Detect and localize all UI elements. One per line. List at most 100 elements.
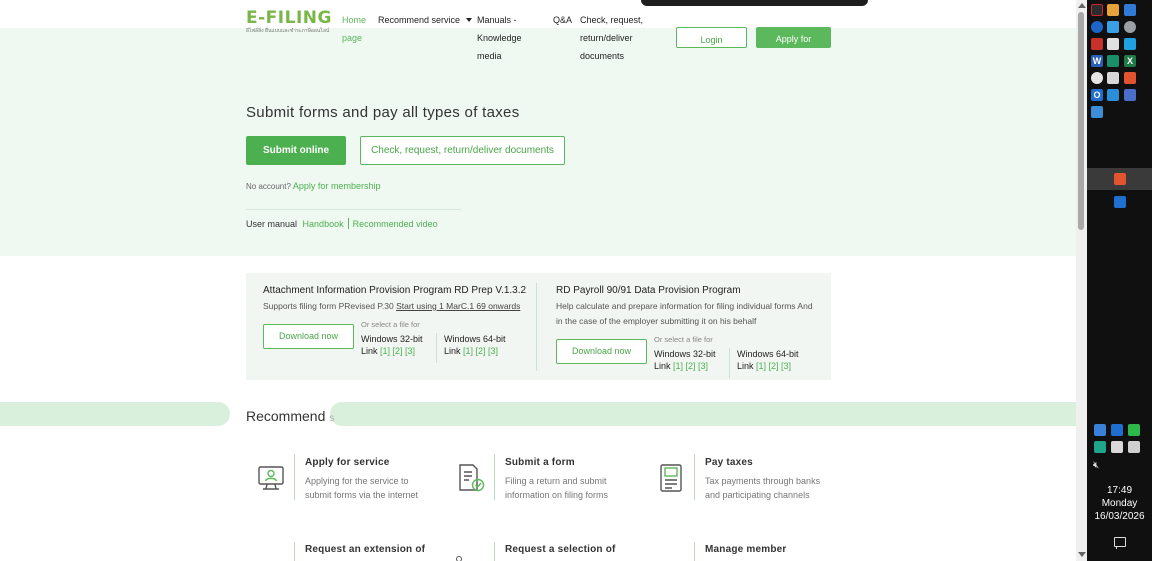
scroll-up-icon[interactable]: [1078, 3, 1086, 8]
clock-date[interactable]: 16/03/2026: [1087, 510, 1152, 523]
nav-recommend-service[interactable]: Recommend service: [378, 11, 473, 29]
or-select-label: Or select a file for: [654, 335, 713, 344]
program-card-rd-prep: Attachment Information Provision Program…: [246, 273, 536, 380]
service-submit-desc: Filing a return and submit information o…: [505, 474, 608, 502]
apply-button-label: Apply for: [775, 34, 812, 44]
excel-icon[interactable]: X: [1124, 55, 1136, 67]
nav-manuals-label-1: Manuals -: [477, 15, 517, 25]
os-separator: [436, 333, 437, 363]
nav-check-label-2: return/deliver: [580, 33, 633, 43]
shield-icon[interactable]: [1094, 441, 1106, 453]
download-links[interactable]: [1] [2] [3]: [673, 361, 708, 371]
download-links[interactable]: [1] [2] [3]: [380, 346, 415, 356]
link-label: Link: [444, 346, 461, 356]
vertical-scrollbar[interactable]: [1076, 0, 1087, 561]
paint-icon[interactable]: [1091, 106, 1103, 118]
download-now-button[interactable]: Download now: [263, 324, 354, 349]
word-icon[interactable]: W: [1091, 55, 1103, 67]
pen-icon[interactable]: [1094, 424, 1106, 436]
service-divider: [694, 542, 695, 561]
recommend-band-right: [330, 402, 1076, 426]
display-icon[interactable]: [1124, 38, 1136, 50]
service-apply-title[interactable]: Apply for service: [305, 457, 390, 468]
program-description: Supports filing form PRevised P.30 Start…: [263, 299, 520, 314]
service-selection-title[interactable]: Request a selection of: [505, 544, 616, 555]
nav-qa[interactable]: Q&A: [553, 11, 572, 29]
apply-membership-link[interactable]: Apply for membership: [293, 181, 381, 191]
calculator-icon[interactable]: [1107, 72, 1119, 84]
service-desc-line-2: and participating channels: [705, 490, 810, 500]
monitor-icon[interactable]: [1111, 441, 1123, 453]
user-manual-row: User manual Handbook Recommended video: [246, 218, 438, 229]
bluetooth-icon[interactable]: [1091, 21, 1103, 33]
computer-user-icon: [256, 462, 288, 494]
service-desc-line-1: Tax payments through banks: [705, 476, 821, 486]
pdf-icon[interactable]: [1091, 38, 1103, 50]
os-64bit-block: Windows 64-bit Link [1] [2] [3]: [737, 348, 799, 372]
separator: [347, 218, 349, 229]
os-separator: [729, 348, 730, 378]
outlook-tray-icon[interactable]: [1111, 424, 1123, 436]
overlay-toolbar: [641, 0, 868, 6]
nav-manuals-label-3: media: [477, 51, 502, 61]
nav-manuals[interactable]: Manuals - Knowledge media: [477, 11, 522, 65]
outlook-taskbar-icon[interactable]: [1114, 196, 1126, 208]
recommend-title: Recommend s: [246, 408, 334, 424]
download-links[interactable]: [1] [2] [3]: [463, 346, 498, 356]
clock-day[interactable]: Monday: [1087, 497, 1152, 510]
settings-icon[interactable]: [1124, 21, 1136, 33]
download-links[interactable]: [1] [2] [3]: [756, 361, 791, 371]
outlook-icon[interactable]: O: [1091, 89, 1103, 101]
service-extension-title[interactable]: Request an extension of: [305, 544, 425, 555]
cast-icon[interactable]: [1128, 441, 1140, 453]
submit-online-button[interactable]: Submit online: [246, 136, 346, 165]
snipping-tool-icon[interactable]: [1091, 4, 1103, 16]
sway-icon[interactable]: [1107, 55, 1119, 67]
link-label: Link: [654, 361, 671, 371]
nav-check-label-3: documents: [580, 51, 625, 61]
apply-membership-button[interactable]: Apply for membership: [756, 27, 831, 48]
folder-icon[interactable]: [1107, 4, 1119, 16]
service-divider: [494, 542, 495, 561]
efiling-logo[interactable]: E-FILING อีไฟล์ลิ่ง ยื่นแบบและชำระภาษีออ…: [246, 10, 344, 35]
notepad-icon[interactable]: [1107, 38, 1119, 50]
nav-home[interactable]: Home page: [342, 11, 366, 47]
program-card-rd-payroll: RD Payroll 90/91 Data Provision Program …: [540, 273, 831, 380]
brave-browser-icon[interactable]: [1114, 173, 1126, 185]
logo-subtitle: อีไฟล์ลิ่ง ยื่นแบบและชำระภาษีออนไลน์: [246, 28, 330, 34]
os-64bit-block: Windows 64-bit Link [1] [2] [3]: [444, 333, 506, 357]
notification-icon[interactable]: [1114, 537, 1126, 549]
login-button[interactable]: Login: [676, 27, 747, 48]
brave-icon[interactable]: [1124, 72, 1136, 84]
os-name: Windows 64-bit: [444, 334, 506, 344]
clock-time[interactable]: 17:49: [1087, 484, 1152, 497]
recommended-video-link[interactable]: Recommended video: [353, 219, 438, 229]
program-desc-line-2: in the case of the employer submitting i…: [556, 316, 757, 326]
handbook-link[interactable]: Handbook: [303, 219, 344, 229]
program-desc-underlined: Start using 1 MarC.1 69 onwards: [396, 301, 521, 311]
network-icon[interactable]: [1107, 21, 1119, 33]
nav-check-label-1: Check, request,: [580, 15, 644, 25]
service-manage-member-title[interactable]: Manage member: [705, 544, 787, 555]
programs-panel: Attachment Information Provision Program…: [246, 273, 831, 380]
people-icon[interactable]: [1124, 89, 1136, 101]
nav-manuals-label-2: Knowledge: [477, 33, 522, 43]
photos-icon[interactable]: [1107, 89, 1119, 101]
nav-check-documents[interactable]: Check, request, return/deliver documents: [580, 11, 643, 65]
user-manual-label: User manual: [246, 219, 298, 229]
download-now-button[interactable]: Download now: [556, 339, 647, 364]
check-documents-button[interactable]: Check, request, return/deliver documents: [360, 136, 565, 165]
program-divider: [536, 283, 537, 371]
recommend-band-left: [0, 402, 230, 426]
scroll-down-icon[interactable]: [1078, 552, 1086, 557]
app-tray-icon[interactable]: [1128, 424, 1140, 436]
app-icon[interactable]: [1124, 4, 1136, 16]
program-description: Help calculate and prepare information f…: [556, 299, 826, 329]
volume-muted-icon[interactable]: 🔇︎: [1093, 460, 1099, 471]
scrollbar-thumb[interactable]: [1078, 12, 1084, 230]
top-bar: [0, 0, 1076, 28]
service-pay-title[interactable]: Pay taxes: [705, 457, 753, 468]
chrome-icon[interactable]: [1091, 72, 1103, 84]
service-pay-desc: Tax payments through banks and participa…: [705, 474, 820, 502]
service-submit-title[interactable]: Submit a form: [505, 457, 575, 468]
